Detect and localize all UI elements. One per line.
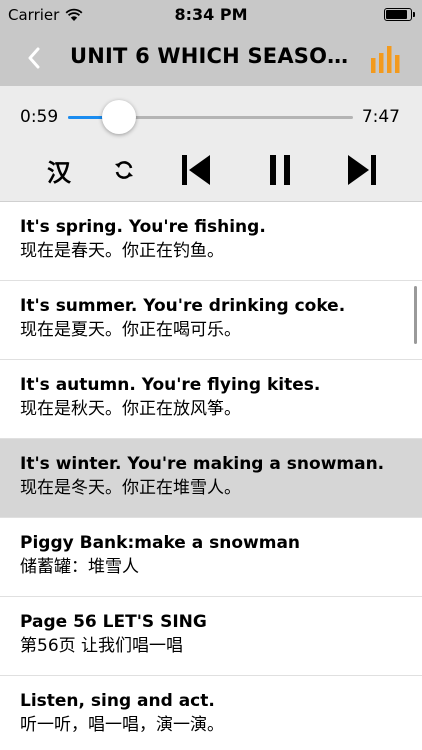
repeat-button[interactable] <box>104 150 144 190</box>
sentence-chinese: 第56页 让我们唱一唱 <box>20 636 184 656</box>
scrollbar[interactable] <box>414 286 417 344</box>
previous-button[interactable] <box>174 150 218 190</box>
chinese-toggle-button[interactable]: 汉 <box>38 150 80 190</box>
list-item[interactable]: It's winter. You're making a snowman. 现在… <box>0 439 422 518</box>
pause-button[interactable] <box>258 150 302 190</box>
list-item[interactable]: Page 56 LET'S SING 第56页 让我们唱一唱 <box>0 597 422 676</box>
sentence-chinese: 听一听，唱一唱，演一演。 <box>20 715 224 735</box>
skip-next-icon <box>348 155 376 185</box>
total-time: 7:47 <box>361 107 400 127</box>
nav-bar: UNIT 6 WHICH SEASON... <box>0 30 422 86</box>
pause-icon <box>270 155 290 185</box>
page-title: UNIT 6 WHICH SEASON... <box>70 44 350 68</box>
equalizer-icon <box>371 46 400 73</box>
sentence-list: It's spring. You're fishing. 现在是春天。你正在钓鱼… <box>0 202 422 750</box>
list-item[interactable]: Piggy Bank:make a snowman 储蓄罐：堆雪人 <box>0 518 422 597</box>
skip-previous-icon <box>182 155 210 185</box>
sentence-chinese: 储蓄罐：堆雪人 <box>20 557 139 577</box>
audio-player: 0:59 7:47 汉 <box>0 86 422 202</box>
sentence-english: It's spring. You're fishing. <box>20 217 266 237</box>
repeat-icon <box>115 161 133 179</box>
player-controls: 汉 <box>0 150 422 194</box>
list-item[interactable]: It's summer. You're drinking coke. 现在是夏天… <box>0 281 422 360</box>
back-button[interactable] <box>18 42 50 74</box>
status-time: 8:34 PM <box>174 5 248 24</box>
chevron-left-icon <box>28 47 40 69</box>
sentence-chinese: 现在是冬天。你正在堆雪人。 <box>20 478 241 498</box>
sentence-english: Piggy Bank:make a snowman <box>20 533 301 553</box>
current-time: 0:59 <box>20 107 59 127</box>
progress-thumb[interactable] <box>102 100 137 134</box>
battery-icon <box>384 8 415 21</box>
progress-slider[interactable] <box>68 100 353 134</box>
sentence-english: Page 56 LET'S SING <box>20 612 207 632</box>
sentence-english: It's autumn. You're flying kites. <box>20 375 321 395</box>
sentence-chinese: 现在是夏天。你正在喝可乐。 <box>20 320 241 340</box>
list-item[interactable]: It's autumn. You're flying kites. 现在是秋天。… <box>0 360 422 439</box>
next-button[interactable] <box>340 150 384 190</box>
sentence-english: It's winter. You're making a snowman. <box>20 454 385 474</box>
sentence-english: It's summer. You're drinking coke. <box>20 296 346 316</box>
sentence-english: Listen, sing and act. <box>20 691 215 711</box>
list-item[interactable]: Listen, sing and act. 听一听，唱一唱，演一演。 <box>0 676 422 750</box>
list-item[interactable]: It's spring. You're fishing. 现在是春天。你正在钓鱼… <box>0 202 422 281</box>
equalizer-button[interactable] <box>370 42 402 74</box>
status-bar: Carrier 8:34 PM <box>0 0 422 30</box>
sentence-chinese: 现在是春天。你正在钓鱼。 <box>20 241 224 261</box>
battery-fill <box>386 10 408 19</box>
sentence-chinese: 现在是秋天。你正在放风筝。 <box>20 399 241 419</box>
